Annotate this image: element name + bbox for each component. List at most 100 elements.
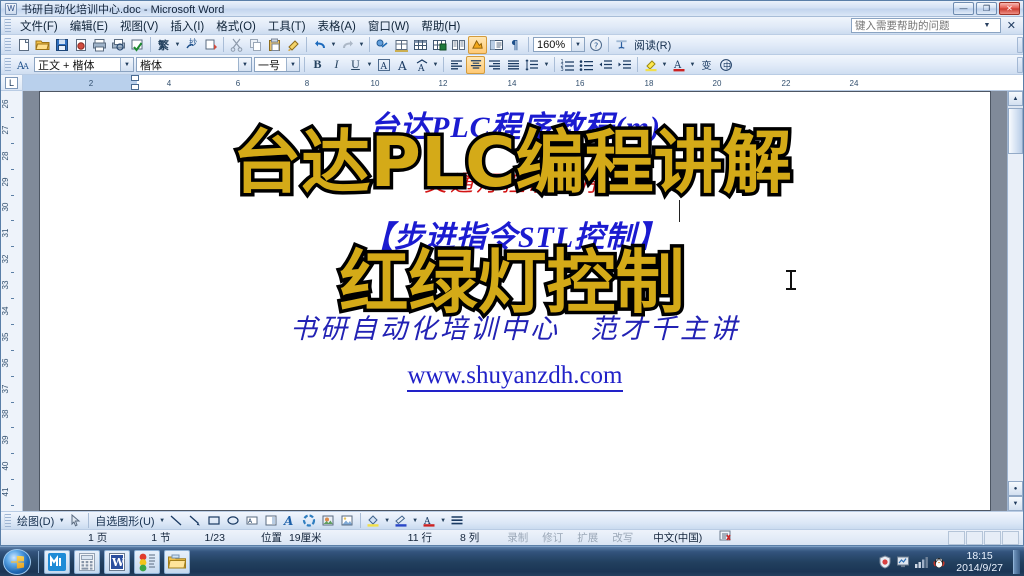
columns-icon[interactable] [449, 36, 468, 54]
enclose-characters-icon[interactable]: 中 [716, 56, 735, 74]
status-record-mode[interactable]: 录制 [500, 530, 535, 545]
taskbar-maxthon[interactable] [44, 549, 70, 574]
select-objects-icon[interactable] [66, 512, 85, 530]
research-icon[interactable]: 抄 [182, 36, 201, 54]
text-box-icon[interactable]: A [243, 512, 262, 530]
diagram-icon[interactable] [300, 512, 319, 530]
chevron-down-icon[interactable]: ▼ [329, 36, 338, 54]
insert-table-icon[interactable] [411, 36, 430, 54]
left-indent-marker[interactable] [131, 84, 139, 90]
doc-url-line[interactable]: www.shuyanzdh.com [40, 362, 990, 392]
highlight-icon[interactable] [641, 56, 660, 74]
justify-icon[interactable] [504, 56, 523, 74]
status-track-changes[interactable]: 修订 [535, 530, 570, 545]
ruler-track[interactable]: 2 4 6 8 10 12 14 16 18 20 22 24 [23, 75, 1023, 90]
undo-icon[interactable] [310, 36, 329, 54]
print-icon[interactable] [90, 36, 109, 54]
menu-insert[interactable]: 插入(I) [164, 17, 210, 35]
scroll-down-button[interactable]: ▼ [1008, 496, 1023, 511]
oval-icon[interactable] [224, 512, 243, 530]
chevron-down-icon[interactable]: ▼ [365, 56, 374, 74]
show-formatting-icon[interactable]: ¶ [506, 36, 525, 54]
formatting-toolbar-grip[interactable] [4, 57, 11, 72]
menu-table[interactable]: 表格(A) [312, 17, 362, 35]
chevron-down-icon[interactable]: ▼ [238, 58, 251, 71]
line-style-icon[interactable] [448, 512, 467, 530]
ask-a-question-box[interactable]: ▼ [851, 18, 1001, 33]
italic-icon[interactable]: I [327, 56, 346, 74]
document-page[interactable]: 台达PLC程序教程(m) 交通灯控制程序 【步进指令STL控制】 书研自动化培训… [39, 91, 991, 511]
chevron-down-icon[interactable]: ▼ [571, 38, 584, 51]
line-color-icon[interactable] [392, 512, 411, 530]
vertical-scrollbar[interactable]: ▲ ● ▼ [1007, 91, 1023, 511]
traditional-chinese-icon[interactable]: 繁 [154, 36, 173, 54]
network-monitor-icon[interactable] [896, 555, 910, 569]
qq-penguin-icon[interactable] [932, 555, 946, 569]
wordart-icon[interactable]: A [281, 512, 300, 530]
menu-edit[interactable]: 编辑(E) [64, 17, 114, 35]
align-center-icon[interactable] [466, 55, 485, 74]
character-border-icon[interactable]: A [374, 56, 393, 74]
autoshapes-menu-button[interactable]: 自选图形(U) [92, 513, 157, 529]
chevron-down-icon[interactable]: ▼ [431, 56, 440, 74]
tab-stop-selector[interactable]: L [1, 75, 23, 90]
print-preview-icon[interactable] [109, 36, 128, 54]
vertical-text-box-icon[interactable] [262, 512, 281, 530]
grow-font-icon[interactable]: A [393, 56, 412, 74]
reading-layout-icon[interactable] [612, 36, 631, 54]
translate-icon[interactable] [201, 36, 220, 54]
chevron-down-icon[interactable]: ▼ [688, 56, 697, 74]
cut-icon[interactable] [227, 36, 246, 54]
decrease-indent-icon[interactable] [596, 56, 615, 74]
toolbar-overflow-handle[interactable] [1017, 36, 1023, 53]
chevron-down-icon[interactable]: ▼ [660, 56, 669, 74]
scroll-thumb[interactable] [1008, 108, 1023, 154]
font-combo[interactable]: 楷体 ▼ [136, 57, 252, 72]
new-document-icon[interactable] [14, 36, 33, 54]
doc-url-text[interactable]: www.shuyanzdh.com [407, 362, 623, 392]
reading-layout-label[interactable]: 阅读(R) [631, 37, 674, 53]
styles-formatting-icon[interactable]: AA [14, 56, 33, 74]
rectangle-icon[interactable] [205, 512, 224, 530]
copy-icon[interactable] [246, 36, 265, 54]
numbered-list-icon[interactable]: 123 [558, 56, 577, 74]
minimize-button[interactable]: — [953, 2, 974, 15]
taskbar-calculator[interactable] [74, 549, 100, 574]
close-icon[interactable]: ✕ [1007, 19, 1016, 32]
zoom-combo[interactable]: 160% ▼ [533, 37, 585, 52]
select-browse-object-button[interactable]: ● [1008, 481, 1023, 496]
phonetic-guide-icon[interactable]: A [412, 56, 431, 74]
chevron-down-icon[interactable]: ▼ [542, 56, 551, 74]
status-extend-selection[interactable]: 扩展 [570, 530, 605, 545]
font-size-combo[interactable]: 一号 ▼ [254, 57, 300, 72]
chevron-down-icon[interactable]: ▼ [357, 36, 366, 54]
align-right-icon[interactable] [485, 56, 504, 74]
ask-a-question-input[interactable] [852, 19, 980, 32]
menu-file[interactable]: 文件(F) [14, 17, 64, 35]
first-line-indent-marker[interactable] [131, 75, 139, 81]
menu-tools[interactable]: 工具(T) [262, 17, 312, 35]
font-color-icon[interactable]: A [420, 512, 439, 530]
taskbar-folder[interactable] [164, 549, 190, 574]
show-desktop-button[interactable] [1013, 549, 1020, 574]
document-map-icon[interactable] [487, 36, 506, 54]
chevron-down-icon[interactable]: ▼ [173, 36, 182, 54]
menu-help[interactable]: 帮助(H) [415, 17, 466, 35]
arrow-icon[interactable] [186, 512, 205, 530]
insert-excel-sheet-icon[interactable] [430, 36, 449, 54]
vertical-ruler[interactable]: 26 27 28 29 30 31 32 33 34 35 36 37 38 39 40 41 [1, 91, 23, 511]
line-icon[interactable] [167, 512, 186, 530]
formatting-overflow-handle[interactable] [1017, 56, 1023, 73]
signal-icon[interactable] [914, 555, 929, 569]
taskbar-traffic-light[interactable] [134, 549, 160, 574]
bulleted-list-icon[interactable] [577, 56, 596, 74]
status-overtype[interactable]: 改写 [605, 530, 640, 545]
fill-color-icon[interactable] [364, 512, 383, 530]
scroll-track[interactable] [1008, 154, 1023, 481]
line-spacing-icon[interactable] [523, 56, 542, 74]
restore-button[interactable]: ❐ [976, 2, 997, 15]
insert-hyperlink-icon[interactable] [373, 36, 392, 54]
start-orb-icon[interactable] [3, 548, 31, 575]
help-icon[interactable]: ? [586, 36, 605, 54]
chevron-down-icon[interactable]: ▼ [57, 512, 66, 530]
